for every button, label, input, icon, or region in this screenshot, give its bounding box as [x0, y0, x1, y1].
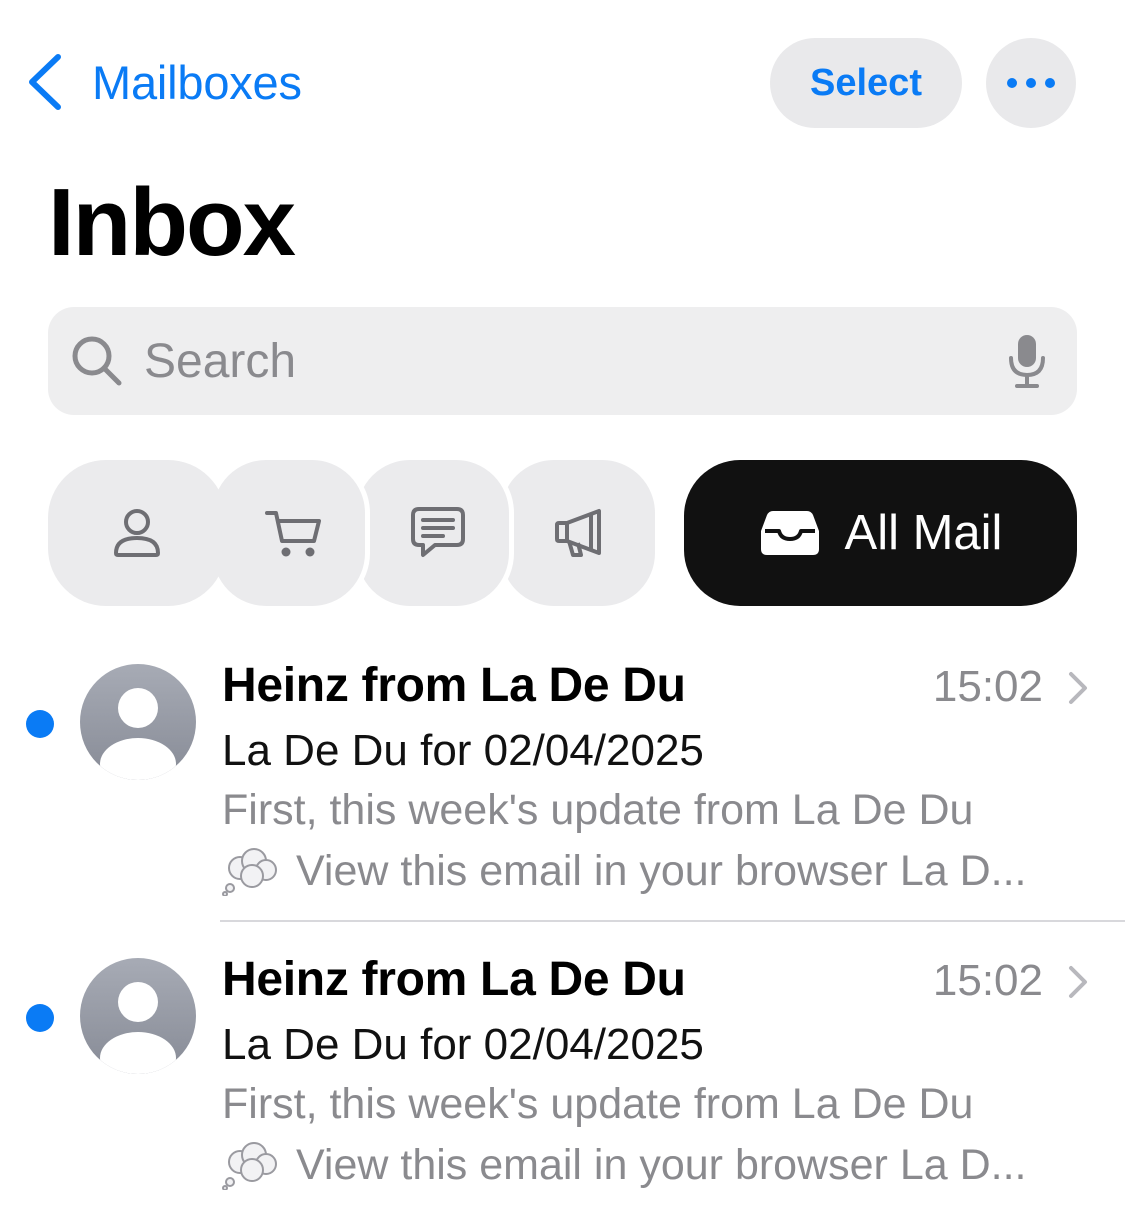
email-sender: Heinz from La De Du: [222, 659, 686, 712]
category-updates-tab[interactable]: [352, 455, 514, 611]
email-preview-line-2: View this email in your browser La D...: [296, 1140, 1027, 1189]
thought-bubble-icon: [222, 1142, 277, 1190]
category-promotions-tab[interactable]: [496, 455, 660, 611]
email-preview-line-1: First, this week's update from La De Du: [222, 1080, 974, 1128]
page-title: Inbox: [48, 169, 296, 276]
microphone-icon[interactable]: [1007, 333, 1047, 389]
person-icon: [114, 509, 160, 557]
unread-indicator: [26, 710, 54, 738]
search-bar[interactable]: [48, 307, 1077, 415]
email-preview-line-2-wrap: View this email in your browser La D...: [222, 1140, 1027, 1190]
chevron-left-icon: [29, 54, 61, 110]
all-mail-label: All Mail: [844, 506, 1003, 560]
back-button[interactable]: Mailboxes: [22, 50, 302, 114]
search-icon: [72, 336, 122, 386]
email-preview-line-2: View this email in your browser La D...: [296, 846, 1027, 895]
message-icon: [411, 507, 465, 557]
row-divider: [220, 920, 1125, 922]
email-sender: Heinz from La De Du: [222, 953, 686, 1006]
more-button[interactable]: [986, 38, 1076, 128]
chevron-right-icon: [1069, 672, 1087, 704]
email-time: 15:02: [932, 662, 1043, 711]
tray-icon: [760, 511, 819, 555]
email-time: 15:02: [932, 956, 1043, 1005]
all-mail-tab[interactable]: All Mail: [684, 460, 1077, 606]
category-primary-tab[interactable]: [48, 460, 226, 606]
email-preview-line-2-wrap: View this email in your browser La D...: [222, 846, 1027, 896]
search-input[interactable]: [144, 333, 964, 389]
ellipsis-icon: [1007, 78, 1055, 88]
thought-bubble-icon: [222, 848, 277, 896]
email-row[interactable]: Heinz from La De Du 15:02 La De Du for 0…: [0, 934, 1125, 1216]
category-transactions-tab[interactable]: [208, 455, 370, 611]
email-row[interactable]: Heinz from La De Du 15:02 La De Du for 0…: [0, 640, 1125, 930]
email-subject: La De Du for 02/04/2025: [222, 1020, 704, 1069]
mail-inbox-screen: Mailboxes Select Inbox Search All Mail H…: [0, 0, 1125, 1216]
select-button[interactable]: Select: [770, 38, 962, 128]
megaphone-icon: [555, 509, 601, 557]
email-subject: La De Du for 02/04/2025: [222, 726, 704, 775]
unread-indicator: [26, 1004, 54, 1032]
avatar-icon: [80, 664, 196, 780]
cart-icon: [265, 511, 321, 557]
avatar-icon: [80, 958, 196, 1074]
chevron-right-icon: [1069, 966, 1087, 998]
back-label: Mailboxes: [92, 55, 302, 109]
email-preview-line-1: First, this week's update from La De Du: [222, 786, 974, 834]
